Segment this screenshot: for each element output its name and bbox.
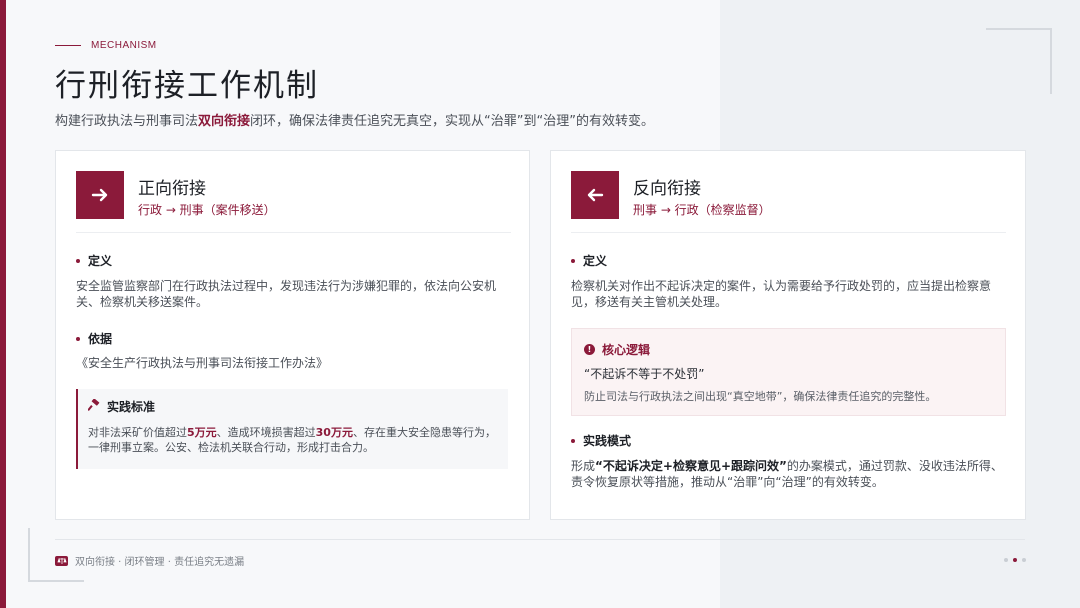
section-label-text: 定义: [88, 254, 113, 268]
card-title: 正向衔接: [138, 179, 206, 199]
section-label-text: 依据: [88, 332, 113, 346]
arrow-left-icon: [571, 171, 619, 219]
mode-highlight: “不起诉决定+检察意见+跟踪问效”: [595, 459, 787, 473]
section-label-practice-mode: 实践模式: [571, 432, 631, 449]
footer: 双向衔接 · 闭环管理 · 责任追究无遗漏: [55, 553, 244, 568]
bullet-dot-icon: [571, 438, 575, 443]
core-logic-title-text: 核心逻辑: [602, 343, 651, 357]
eyebrow-text: MECHANISM: [91, 40, 157, 51]
footer-divider: [55, 539, 1025, 540]
pagination-dot[interactable]: [1022, 558, 1026, 562]
subtitle-highlight: 双向衔接: [198, 114, 251, 129]
practice-title: 实践标准: [87, 398, 156, 415]
card-subtitle: 刑事 → 行政（检察监督）: [633, 203, 771, 217]
core-logic-text: 防止司法与行政执法之间出现“真空地带”，确保法律责任追究的完整性。: [584, 390, 937, 403]
forward-link-card: 正向衔接 行政 → 刑事（案件移送） 定义 安全监管监察部门在行政执法过程中，发…: [55, 150, 530, 520]
page-title: 行刑衔接工作机制: [55, 68, 319, 104]
core-logic-title: ! 核心逻辑: [584, 341, 650, 358]
amount-highlight: 30万元: [315, 426, 353, 439]
practice-title-text: 实践标准: [107, 400, 156, 414]
basis-text: 《安全生产行政执法与刑事司法衔接工作办法》: [76, 356, 329, 370]
card-subtitle: 行政 → 刑事（案件移送）: [138, 203, 276, 217]
pagination-dots: [1004, 558, 1026, 562]
page-subtitle: 构建行政执法与刑事司法双向衔接闭环，确保法律责任追究无真空，实现从“治罪”到“治…: [55, 110, 654, 129]
section-label-text: 定义: [583, 254, 608, 268]
mode-text-part: 形成: [571, 459, 596, 473]
practice-text-part: 对非法采矿价值超过: [88, 426, 187, 439]
bullet-dot-icon: [571, 258, 575, 263]
core-logic-quote: “不起诉不等于不处罚”: [584, 367, 705, 381]
pagination-dot[interactable]: [1004, 558, 1008, 562]
subtitle-text: 构建行政执法与刑事司法: [55, 114, 199, 129]
footer-text: 双向衔接 · 闭环管理 · 责任追究无遗漏: [75, 557, 245, 568]
section-label-basis: 依据: [76, 330, 112, 347]
amount-highlight: 5万元: [187, 426, 217, 439]
scale-icon: [55, 555, 68, 566]
practice-mode-text: 形成“不起诉决定+检察意见+跟踪问效”的办案模式，通过罚款、没收违法所得、责令恢…: [571, 458, 1006, 490]
bullet-dot-icon: [76, 258, 80, 263]
arrow-right-icon: [76, 171, 124, 219]
card-header: 反向衔接 刑事 → 行政（检察监督）: [571, 171, 1006, 233]
subtitle-text-end: 闭环，确保法律责任追究无真空，实现从“治罪”到“治理”的有效转变。: [250, 114, 654, 129]
core-logic-box: ! 核心逻辑 “不起诉不等于不处罚” 防止司法与行政执法之间出现“真空地带”，确…: [571, 328, 1006, 416]
hammer-icon: [87, 398, 100, 414]
eyebrow-line: [55, 45, 81, 46]
card-header: 正向衔接 行政 → 刑事（案件移送）: [76, 171, 511, 233]
practice-text-part: 、造成环境损害超过: [216, 426, 316, 439]
definition-text: 检察机关对作出不起诉决定的案件，认为需要给予行政处罚的，应当提出检察意见，移送有…: [571, 279, 992, 309]
section-label-definition: 定义: [76, 252, 112, 269]
reverse-link-card: 反向衔接 刑事 → 行政（检察监督） 定义 检察机关对作出不起诉决定的案件，认为…: [550, 150, 1026, 520]
practice-text: 对非法采矿价值超过5万元、造成环境损害超过30万元、存在重大安全隐患等行为，一律…: [88, 425, 503, 455]
pagination-dot-active[interactable]: [1013, 558, 1017, 562]
eyebrow: MECHANISM: [55, 40, 157, 51]
exclamation-icon: !: [584, 344, 595, 355]
section-label-text: 实践模式: [583, 434, 632, 448]
section-label-definition: 定义: [571, 252, 607, 269]
practice-standard-box: 实践标准 对非法采矿价值超过5万元、造成环境损害超过30万元、存在重大安全隐患等…: [76, 389, 508, 469]
bullet-dot-icon: [76, 336, 80, 341]
card-title: 反向衔接: [633, 179, 701, 199]
definition-text: 安全监管监察部门在行政执法过程中，发现违法行为涉嫌犯罪的，依法向公安机关、检察机…: [76, 279, 497, 309]
accent-side-bar: [0, 0, 6, 608]
corner-decoration-top-right: [986, 28, 1052, 94]
